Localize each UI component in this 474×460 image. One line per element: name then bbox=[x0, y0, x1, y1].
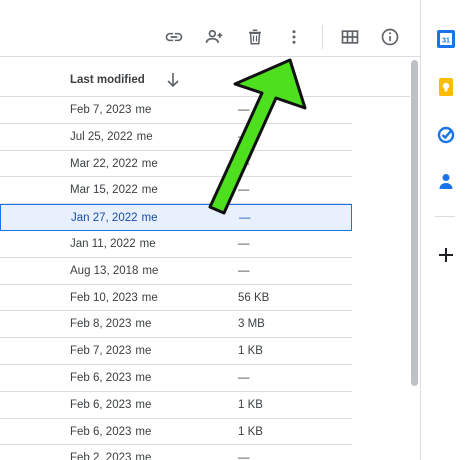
file-size: — bbox=[238, 371, 250, 384]
file-size: — bbox=[238, 104, 250, 116]
modified-by: me bbox=[141, 157, 158, 170]
file-row[interactable]: Jan 11, 2022 me — bbox=[0, 231, 352, 258]
file-size: — bbox=[238, 157, 250, 170]
file-list: Feb 7, 2023 me — Jul 25, 2022 me — Mar 22, 202… bbox=[0, 97, 352, 460]
file-row[interactable]: Jan 27, 2022 me — bbox=[0, 204, 352, 231]
info-icon[interactable] bbox=[375, 22, 405, 52]
last-modified-cell: Jul 25, 2022 me bbox=[70, 131, 153, 143]
file-row[interactable]: Mar 15, 2022 me — bbox=[0, 177, 352, 205]
calendar-icon[interactable]: 31 bbox=[433, 26, 459, 52]
modified-by: me bbox=[135, 452, 152, 460]
toolbar bbox=[0, 0, 420, 57]
modified-by: me bbox=[135, 318, 152, 331]
file-row[interactable]: Feb 6, 2023 me — bbox=[0, 365, 352, 392]
modified-by: me bbox=[135, 371, 152, 384]
keep-icon[interactable] bbox=[433, 74, 459, 100]
file-size: 3 MB bbox=[238, 318, 265, 331]
modified-by: me bbox=[135, 425, 152, 438]
modified-by: me bbox=[136, 130, 153, 143]
last-modified-cell: Mar 15, 2022 me bbox=[70, 184, 158, 196]
more-vert-icon[interactable] bbox=[279, 22, 309, 52]
modified-date: Feb 6, 2023 bbox=[70, 371, 132, 384]
file-row[interactable]: Feb 8, 2023 me 3 MB bbox=[0, 311, 352, 339]
file-size: — bbox=[239, 212, 251, 225]
last-modified-cell: Feb 7, 2023 me bbox=[70, 104, 151, 116]
trash-icon[interactable] bbox=[240, 22, 270, 52]
modified-date: Jul 25, 2022 bbox=[70, 130, 133, 143]
file-size: 1 KB bbox=[238, 425, 263, 438]
modified-date: Jan 27, 2022 bbox=[71, 212, 138, 225]
file-row[interactable]: Feb 10, 2023 me 56 KB bbox=[0, 285, 352, 312]
modified-by: me bbox=[135, 398, 152, 411]
file-size: — bbox=[238, 237, 250, 250]
file-row[interactable]: Jul 25, 2022 me — bbox=[0, 124, 352, 151]
file-size: 1 KB bbox=[238, 345, 263, 358]
modified-by: me bbox=[135, 345, 152, 358]
toolbar-divider bbox=[322, 25, 323, 49]
last-modified-header[interactable]: Last modified bbox=[70, 74, 145, 86]
modified-by: me bbox=[135, 104, 152, 116]
file-row[interactable]: Aug 13, 2018 me — bbox=[0, 258, 352, 285]
file-row[interactable]: Feb 6, 2023 me 1 KB bbox=[0, 392, 352, 419]
modified-by: me bbox=[141, 291, 158, 304]
last-modified-cell: Jan 11, 2022 me bbox=[70, 238, 156, 250]
link-icon[interactable] bbox=[159, 22, 189, 52]
last-modified-cell: Jan 27, 2022 me bbox=[71, 212, 158, 224]
file-row[interactable]: Feb 7, 2023 me — bbox=[0, 97, 352, 124]
modified-date: Feb 7, 2023 bbox=[70, 345, 132, 358]
file-size: 1 KB bbox=[238, 398, 263, 411]
file-size: — bbox=[238, 130, 250, 143]
modified-date: Aug 13, 2018 bbox=[70, 264, 139, 277]
last-modified-cell: Feb 7, 2023 me bbox=[70, 345, 151, 357]
last-modified-cell: Feb 10, 2023 me bbox=[70, 292, 158, 304]
last-modified-cell: Feb 6, 2023 me bbox=[70, 426, 151, 438]
file-size: — bbox=[238, 264, 250, 277]
contacts-icon[interactable] bbox=[433, 168, 459, 194]
add-icon[interactable] bbox=[433, 242, 459, 268]
last-modified-cell: Feb 2, 2023 me bbox=[70, 452, 151, 460]
last-modified-cell: Feb 6, 2023 me bbox=[70, 372, 151, 384]
modified-by: me bbox=[142, 264, 159, 277]
side-panel-divider bbox=[435, 216, 455, 217]
last-modified-cell: Aug 13, 2018 me bbox=[70, 265, 158, 277]
file-row[interactable]: Feb 7, 2023 me 1 KB bbox=[0, 338, 352, 365]
sort-arrow-down-icon[interactable] bbox=[166, 72, 180, 88]
side-panel: 31 bbox=[420, 0, 474, 460]
column-header: Last modified bbox=[0, 57, 410, 97]
modified-date: Feb 8, 2023 bbox=[70, 318, 132, 331]
modified-by: me bbox=[141, 184, 158, 197]
modified-by: me bbox=[139, 237, 156, 250]
modified-date: Mar 22, 2022 bbox=[70, 157, 138, 170]
modified-date: Feb 7, 2023 bbox=[70, 104, 132, 116]
file-row[interactable]: Mar 22, 2022 me — bbox=[0, 151, 352, 178]
file-row[interactable]: Feb 6, 2023 me 1 KB bbox=[0, 419, 352, 446]
last-modified-cell: Mar 22, 2022 me bbox=[70, 158, 158, 170]
modified-date: Feb 6, 2023 bbox=[70, 425, 132, 438]
file-size: — bbox=[238, 452, 250, 460]
modified-date: Jan 11, 2022 bbox=[70, 237, 136, 250]
add-person-icon[interactable] bbox=[199, 22, 229, 52]
last-modified-cell: Feb 8, 2023 me bbox=[70, 318, 151, 330]
modified-date: Feb 6, 2023 bbox=[70, 398, 132, 411]
file-size: — bbox=[238, 184, 250, 197]
scrollbar-thumb[interactable] bbox=[411, 60, 418, 386]
grid-view-icon[interactable] bbox=[335, 22, 365, 52]
calendar-day: 31 bbox=[442, 38, 450, 45]
file-row[interactable]: Feb 2, 2023 me — bbox=[0, 445, 352, 460]
modified-date: Feb 2, 2023 bbox=[70, 452, 132, 460]
last-modified-cell: Feb 6, 2023 me bbox=[70, 399, 151, 411]
file-size: 56 KB bbox=[238, 291, 270, 304]
modified-by: me bbox=[141, 212, 158, 225]
modified-date: Feb 10, 2023 bbox=[70, 291, 138, 304]
tasks-icon[interactable] bbox=[433, 122, 459, 148]
modified-date: Mar 15, 2022 bbox=[70, 184, 138, 197]
